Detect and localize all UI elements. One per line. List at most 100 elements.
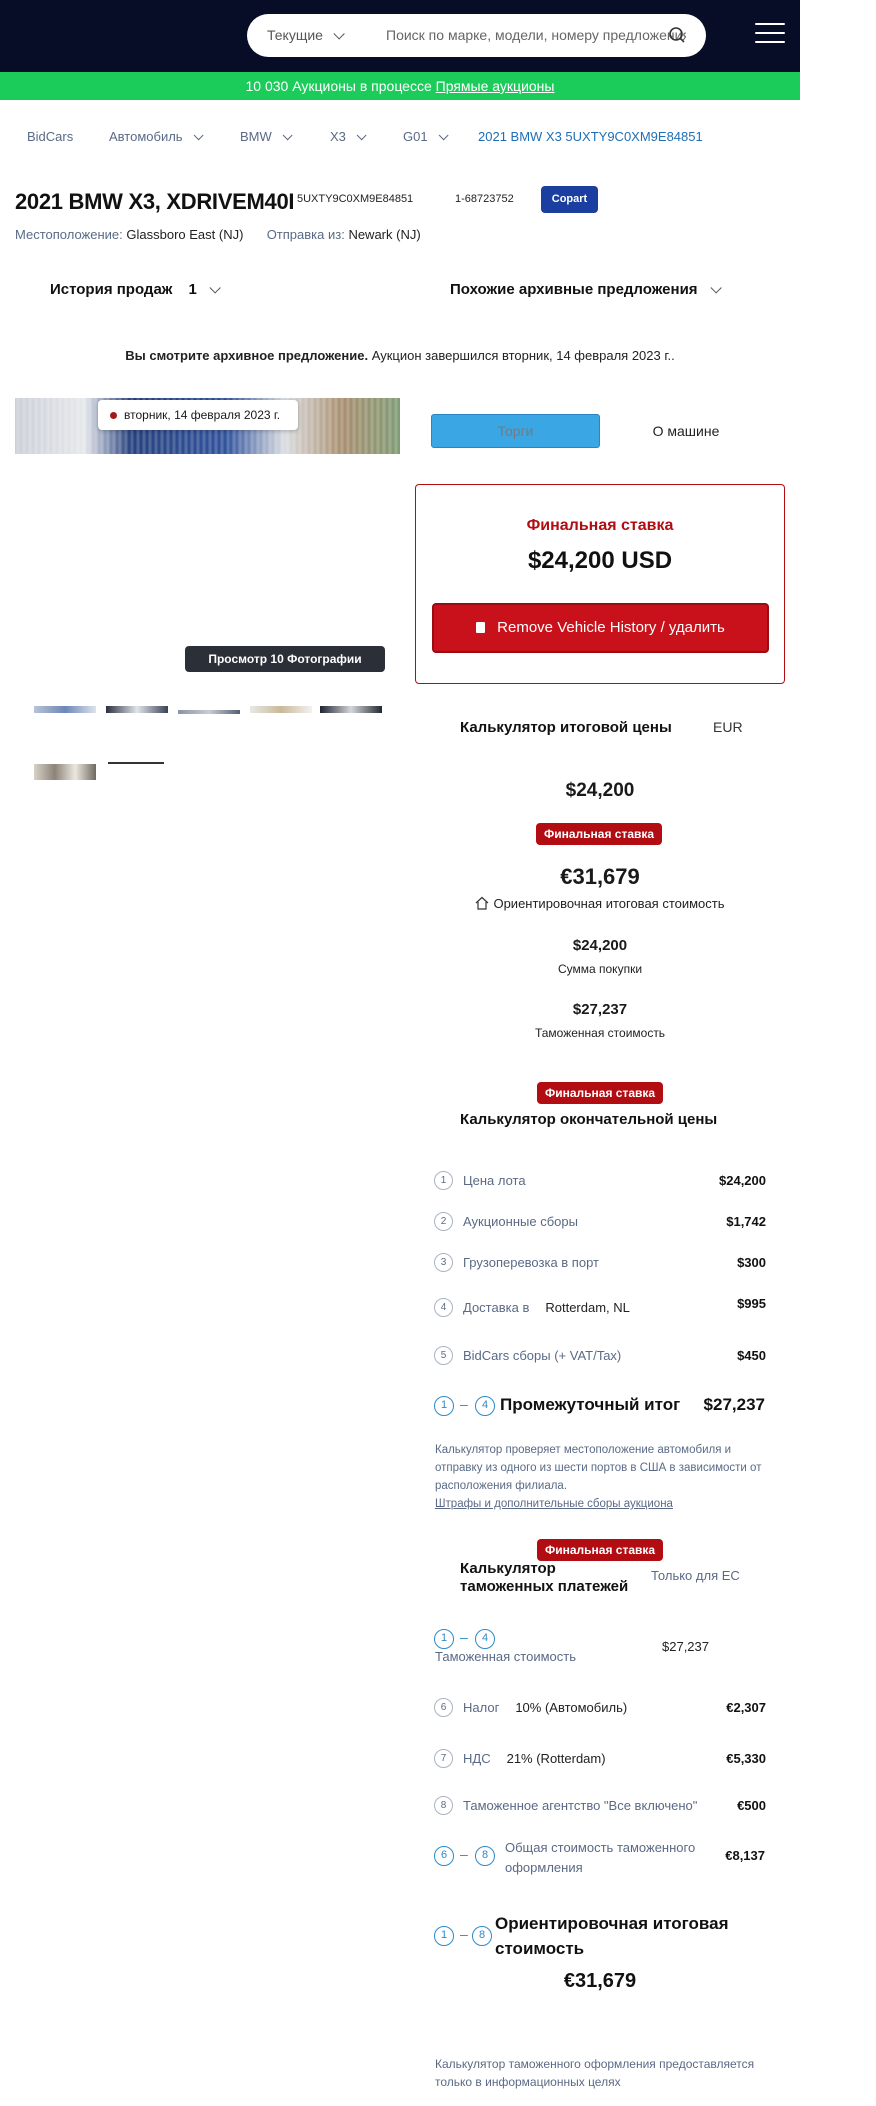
auction-badge: Copart <box>541 186 598 213</box>
step-range-start: 1 <box>434 1629 454 1649</box>
purchase-amount: $24,200 <box>572 937 628 954</box>
customs-value-amount: $27,237 <box>662 1639 709 1654</box>
thumbnail-indicator <box>108 762 164 764</box>
eu-only-label: Только для ЕС <box>651 1568 740 1583</box>
breadcrumb-item[interactable]: BidCars <box>27 129 73 144</box>
range-dash: – <box>460 1846 468 1862</box>
customs-total-label: Общая стоимость таможенного оформления <box>505 1840 696 1875</box>
range-dash: – <box>460 1926 468 1942</box>
customs-value: $27,237 <box>572 1001 628 1018</box>
chevron-down-icon <box>333 28 345 40</box>
filter-dropdown[interactable]: Текущие <box>267 27 345 43</box>
final-bid-badge: Финальная ставка <box>537 1082 664 1104</box>
chevron-down-icon <box>209 282 221 294</box>
step-number: 2 <box>434 1212 453 1231</box>
customs-value-label: Таможенная стоимость <box>435 1649 576 1664</box>
customs-calc-title: Калькулятор таможенных платежей <box>460 1560 629 1595</box>
search-bar: Текущие Поиск по марке, модели, номеру п… <box>247 14 706 57</box>
similar-archive-dropdown[interactable]: Похожие архивные предложения <box>450 281 722 298</box>
customs-row: 8 Таможенное агентство "Все включено" €5… <box>434 1796 766 1816</box>
photo-thumbnail[interactable] <box>34 764 96 780</box>
vin-number: 5UXTY9C0XM9E84851 <box>297 193 414 205</box>
step-range-end: 8 <box>475 1846 495 1866</box>
breadcrumb-item[interactable]: Автомобиль <box>109 129 204 144</box>
page-title: 2021 BMW X3, XDRIVEM40I <box>15 189 295 214</box>
step-number: 7 <box>434 1749 453 1768</box>
photo-thumbnail[interactable] <box>250 706 312 713</box>
photo-thumbnail[interactable] <box>178 710 240 714</box>
customs-row: 7 НДС 21% (Rotterdam) €5,330 <box>434 1749 766 1769</box>
step-range-end: 4 <box>475 1629 495 1649</box>
final-bid-badge: Финальная ставка <box>537 1539 664 1561</box>
purchase-label: Сумма покупки <box>557 962 643 976</box>
calc-note: Калькулятор проверяет местоположение авт… <box>435 1444 762 1510</box>
auctions-banner: 10 030 Аукционы в процессе Прямые аукцио… <box>0 72 800 100</box>
cost-row: 4 Доставка в Rotterdam, NL $995 <box>434 1296 766 1318</box>
range-dash: – <box>460 1396 468 1412</box>
ship-from-value: Newark (NJ) <box>348 227 421 242</box>
tab-bids[interactable]: Торги <box>431 414 600 448</box>
filter-label: Текущие <box>267 27 323 43</box>
step-range-start: 1 <box>434 1396 454 1416</box>
sales-history-dropdown[interactable]: История продаж 1 <box>50 281 221 298</box>
final-calc-title: Калькулятор окончательной цены <box>460 1111 718 1128</box>
chevron-down-icon <box>193 130 204 141</box>
chevron-down-icon <box>438 130 449 141</box>
final-estimate-value: €31,679 <box>563 1970 637 1992</box>
cost-row: 5 BidCars сборы (+ VAT/Tax) $450 <box>434 1346 766 1366</box>
location-row: Местоположение: Glassboro East (NJ) Отпр… <box>15 227 421 242</box>
lot-number: 1-68723752 <box>455 193 514 205</box>
search-input[interactable]: Поиск по марке, модели, номеру предложен… <box>386 27 686 43</box>
step-number: 1 <box>434 1171 453 1190</box>
location-label: Местоположение: <box>15 227 123 242</box>
chevron-down-icon <box>710 282 722 294</box>
menu-icon[interactable] <box>755 23 785 45</box>
customs-row: 6 Налог 10% (Автомобиль) €2,307 <box>434 1698 766 1718</box>
home-icon <box>476 896 489 910</box>
step-range-start: 6 <box>434 1846 454 1866</box>
search-icon[interactable] <box>668 26 686 44</box>
currency-select[interactable]: EUR <box>713 719 743 735</box>
status-dot-icon <box>110 412 117 419</box>
customs-label: Таможенная стоимость <box>534 1026 666 1040</box>
customs-total-value: €8,137 <box>725 1848 765 1863</box>
photo-thumbnail[interactable] <box>320 706 382 713</box>
remove-history-button[interactable]: Remove Vehicle History / удалить <box>432 603 769 653</box>
final-bid-amount: $24,200 USD <box>527 547 673 574</box>
step-number: 4 <box>434 1298 453 1317</box>
cost-row: 3 Грузоперевозка в порт $300 <box>434 1253 766 1273</box>
final-bid-badge: Финальная ставка <box>536 823 663 845</box>
cost-row: 1 Цена лота $24,200 <box>434 1171 766 1191</box>
final-bid-panel: Финальная ставка $24,200 USD Remove Vehi… <box>415 484 785 684</box>
step-range-end: 4 <box>475 1396 495 1416</box>
view-photos-button[interactable]: Просмотр 10 Фотографии <box>185 646 385 672</box>
step-range-start: 1 <box>434 1926 454 1946</box>
step-number: 3 <box>434 1253 453 1272</box>
photo-thumbnail[interactable] <box>34 706 96 713</box>
top-header: Текущие Поиск по марке, модели, номеру п… <box>0 0 800 72</box>
estimated-total-eur: €31,679 <box>560 864 640 889</box>
cost-row: 2 Аукционные сборы $1,742 <box>434 1212 766 1232</box>
breadcrumb-item[interactable]: BMW <box>240 129 293 144</box>
location-value: Glassboro East (NJ) <box>126 227 244 242</box>
step-number: 8 <box>434 1796 453 1815</box>
auctions-count: 10 030 Аукционы в процессе <box>245 78 432 94</box>
calculator-title: Калькулятор итоговой цены <box>460 719 672 736</box>
tab-about-car[interactable]: О машине <box>606 414 766 448</box>
step-number: 5 <box>434 1346 453 1365</box>
live-auctions-link[interactable]: Прямые аукционы <box>436 78 555 94</box>
archive-notice-bold: Вы смотрите архивное предложение. <box>125 348 369 363</box>
trash-icon <box>476 622 486 633</box>
chevron-down-icon <box>356 130 367 141</box>
breadcrumb-item-current[interactable]: 2021 BMW X3 5UXTY9C0XM9E84851 <box>478 129 703 144</box>
final-estimate-label: Ориентировочная итоговая стоимость <box>495 1914 729 1958</box>
destination-port[interactable]: Rotterdam, NL <box>545 1300 630 1315</box>
photo-thumbnail[interactable] <box>106 706 168 713</box>
auction-fees-link[interactable]: Штрафы и дополнительные сборы аукциона <box>435 1498 673 1510</box>
subtotal-label: Промежуточный итог <box>500 1395 681 1414</box>
chevron-down-icon <box>282 130 293 141</box>
final-bid-label: Финальная ставка <box>526 517 674 534</box>
sales-history-count: 1 <box>188 281 197 298</box>
breadcrumb-item[interactable]: X3 <box>330 129 367 144</box>
breadcrumb-item[interactable]: G01 <box>403 129 449 144</box>
